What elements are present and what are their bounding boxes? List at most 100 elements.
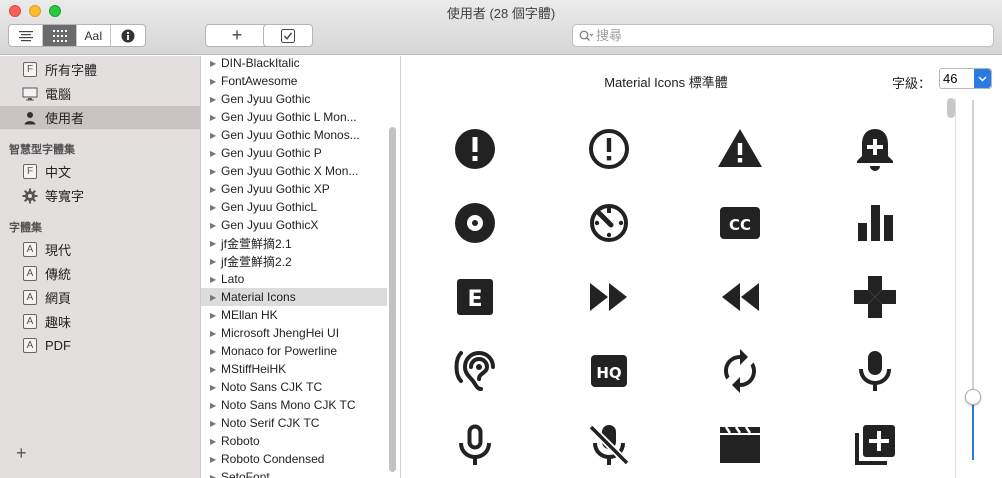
disclosure-triangle-icon[interactable]: ▶ [210,131,216,140]
font-list-item[interactable]: ▶ jf金萱鮮摘2.2 [201,252,387,270]
disclosure-triangle-icon[interactable]: ▶ [210,203,216,212]
mic-off-icon[interactable] [581,417,637,473]
size-input[interactable] [943,71,973,86]
disclosure-triangle-icon[interactable]: ▶ [210,401,216,410]
sample-view-button[interactable]: AaI [77,25,111,46]
disclosure-triangle-icon[interactable]: ▶ [210,239,216,248]
font-list-item[interactable]: ▶ Roboto [201,432,387,450]
sidebar-item-pdf[interactable]: A PDF [0,334,200,357]
disclosure-triangle-icon[interactable]: ▶ [210,149,216,158]
disclosure-triangle-icon[interactable]: ▶ [210,419,216,428]
font-list-item[interactable]: ▶ Lato [201,270,387,288]
disclosure-triangle-icon[interactable]: ▶ [210,167,216,176]
font-list-item[interactable]: ▶ Noto Sans CJK TC [201,378,387,396]
font-list-item[interactable]: ▶ Noto Sans Mono CJK TC [201,396,387,414]
size-slider-knob[interactable] [965,389,981,405]
sidebar-item-all-fonts[interactable]: F 所有字體 [0,58,200,81]
disclosure-triangle-icon[interactable]: ▶ [210,59,216,68]
sidebar-item-user[interactable]: 使用者 [0,106,200,129]
add-font-label: + [231,25,243,45]
disclosure-triangle-icon[interactable]: ▶ [210,365,216,374]
sidebar-item-label: 網頁 [45,291,72,306]
sidebar-item-monospace[interactable]: 等寬字 [0,184,200,207]
font-list-item[interactable]: ▶ MEllan HK [201,306,387,324]
closed-caption-icon[interactable]: CC [712,195,768,251]
font-list-item[interactable]: ▶ Gen Jyuu Gothic Monos... [201,126,387,144]
disclosure-triangle-icon[interactable]: ▶ [210,293,216,302]
sidebar-item-web[interactable]: A 網頁 [0,286,200,309]
sidebar-item-fun[interactable]: A 趣味 [0,310,200,333]
font-list-item[interactable]: ▶ Monaco for Powerline [201,342,387,360]
disclosure-triangle-icon[interactable]: ▶ [210,347,216,356]
error-outline-icon[interactable] [581,121,637,177]
size-combobox[interactable] [939,68,992,89]
add-font-button[interactable]: + [205,24,269,47]
font-list-item[interactable]: ▶ Gen Jyuu GothicX [201,216,387,234]
disclosure-triangle-icon[interactable]: ▶ [210,311,216,320]
size-slider-track[interactable] [972,100,974,396]
explicit-icon[interactable]: E [447,269,503,325]
font-list-item[interactable]: ▶ Roboto Condensed [201,450,387,468]
games-icon[interactable] [847,269,903,325]
grid-view-button[interactable] [43,25,77,46]
disclosure-triangle-icon[interactable]: ▶ [210,275,216,284]
fast-forward-icon[interactable] [581,269,637,325]
loop-icon[interactable] [712,343,768,399]
sidebar-item-computer[interactable]: 電腦 [0,82,200,105]
sidebar-item-traditional[interactable]: A 傳統 [0,262,200,285]
disclosure-triangle-icon[interactable]: ▶ [210,455,216,464]
font-list-item[interactable]: ▶ Gen Jyuu Gothic [201,90,387,108]
font-list-item[interactable]: ▶ Gen Jyuu Gothic X Mon... [201,162,387,180]
size-slider-fill [972,404,974,460]
list-view-button[interactable] [9,25,43,46]
font-box-icon: F [22,164,38,180]
sidebar-item-modern[interactable]: A 現代 [0,238,200,261]
disclosure-triangle-icon[interactable]: ▶ [210,329,216,338]
font-list-scrollbar[interactable] [389,127,396,472]
font-list-item[interactable]: ▶ Microsoft JhengHei UI [201,324,387,342]
mic-icon[interactable] [847,343,903,399]
disclosure-triangle-icon[interactable]: ▶ [210,113,216,122]
warning-icon[interactable] [712,121,768,177]
album-icon[interactable] [447,195,503,251]
av-timer-icon[interactable] [581,195,637,251]
disclosure-triangle-icon[interactable]: ▶ [210,221,216,230]
hearing-icon[interactable] [447,343,503,399]
font-collection-icon: A [22,290,38,306]
search-input[interactable] [596,28,976,43]
font-list-item[interactable]: ▶ MStiffHeiHK [201,360,387,378]
svg-text:HQ: HQ [596,364,621,382]
mic-none-icon[interactable] [447,417,503,473]
font-list-item[interactable]: ▶ SetoFont [201,468,387,478]
size-dropdown-button[interactable] [974,69,991,88]
disclosure-triangle-icon[interactable]: ▶ [210,437,216,446]
font-list-item[interactable]: ▶ jf金萱鮮摘2.1 [201,234,387,252]
info-view-button[interactable] [111,25,145,46]
disclosure-triangle-icon[interactable]: ▶ [210,95,216,104]
font-list-item[interactable]: ▶ Noto Serif CJK TC [201,414,387,432]
font-list-item[interactable]: ▶ Material Icons [201,288,387,306]
disclosure-triangle-icon[interactable]: ▶ [210,185,216,194]
equalizer-icon[interactable] [847,195,903,251]
font-list-item[interactable]: ▶ FontAwesome [201,72,387,90]
font-list-item[interactable]: ▶ Gen Jyuu GothicL [201,198,387,216]
validate-font-button[interactable] [263,24,313,47]
error-icon[interactable] [447,121,503,177]
movie-icon[interactable] [712,417,768,473]
sidebar-item-chinese[interactable]: F 中文 [0,160,200,183]
font-list-item[interactable]: ▶ DIN-BlackItalic [201,56,387,72]
disclosure-triangle-icon[interactable]: ▶ [210,383,216,392]
disclosure-triangle-icon[interactable]: ▶ [210,77,216,86]
font-list-item[interactable]: ▶ Gen Jyuu Gothic L Mon... [201,108,387,126]
add-collection-button[interactable]: + [16,443,27,464]
add-alert-icon[interactable] [847,121,903,177]
disclosure-triangle-icon[interactable]: ▶ [210,257,216,266]
font-list-item[interactable]: ▶ Gen Jyuu Gothic P [201,144,387,162]
preview-scrollbar[interactable] [947,98,955,118]
fast-rewind-icon[interactable] [712,269,768,325]
disclosure-triangle-icon[interactable]: ▶ [210,473,216,478]
library-add-icon[interactable] [847,417,903,473]
font-list-item[interactable]: ▶ Gen Jyuu Gothic XP [201,180,387,198]
hq-icon[interactable]: HQ [581,343,637,399]
search-field[interactable] [572,24,994,47]
